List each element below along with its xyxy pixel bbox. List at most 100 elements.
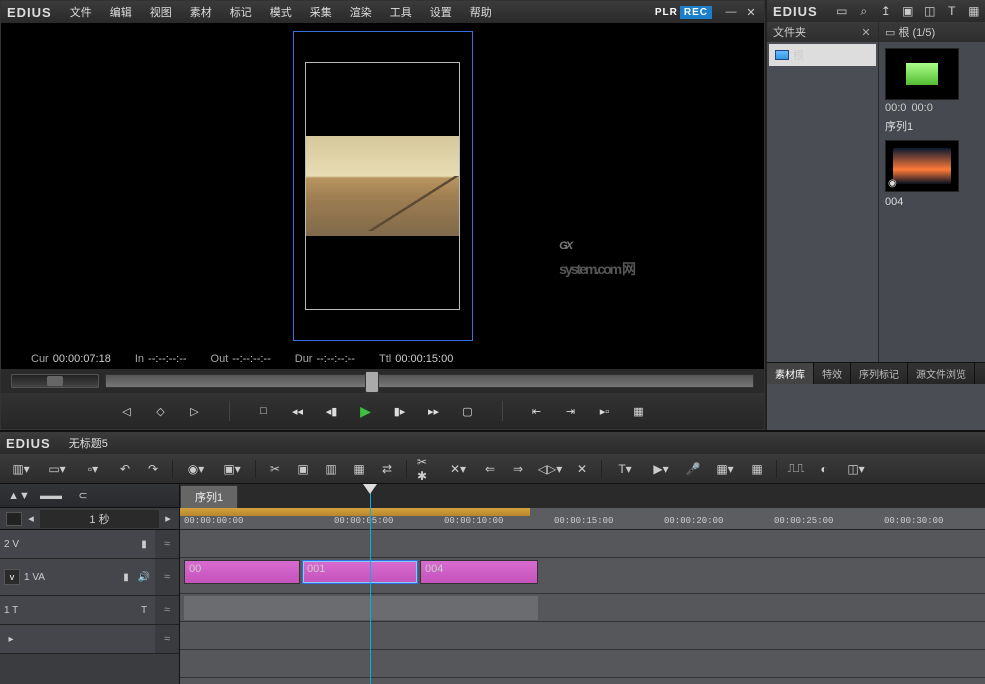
search-icon[interactable]: ⌕	[856, 3, 872, 19]
magnet-icon[interactable]: ⊂	[72, 488, 94, 504]
menu-clip[interactable]: 素材	[182, 2, 220, 22]
clip-card-004[interactable]: ◉ 004	[885, 140, 959, 208]
expand-icon[interactable]: ▸	[4, 632, 18, 646]
set-in-icon[interactable]: ◁	[117, 401, 137, 421]
playhead[interactable]	[370, 484, 371, 684]
menu-file[interactable]: 文件	[62, 2, 100, 22]
insert-mode-icon[interactable]: ▲▼	[8, 488, 30, 504]
fast-forward-icon[interactable]: ▸▸	[424, 401, 444, 421]
ripple-toggle-audio[interactable]: ≈	[155, 625, 179, 653]
multicam-icon[interactable]: ▦	[748, 460, 766, 478]
minimize-button[interactable]: —	[724, 5, 738, 19]
track-header-1t[interactable]: 1 T T	[0, 596, 155, 624]
preview-viewport[interactable]: GX system.com 网	[1, 23, 764, 349]
menu-capture[interactable]: 采集	[302, 2, 340, 22]
new-sequence-icon[interactable]: ▥▾	[8, 460, 34, 478]
track-lane-1va-audio[interactable]	[180, 594, 985, 622]
goto-in-icon[interactable]: ⇤	[527, 401, 547, 421]
menu-marker[interactable]: 标记	[222, 2, 260, 22]
record-icon[interactable]: ◉▾	[183, 460, 209, 478]
close-button[interactable]: ✕	[744, 5, 758, 19]
prev-frame-icon[interactable]: ◂▮	[322, 401, 342, 421]
track-lane-1t[interactable]	[180, 622, 985, 650]
rewind-icon[interactable]: ◂◂	[288, 401, 308, 421]
menu-view[interactable]: 视图	[142, 2, 180, 22]
ripple-delete-icon[interactable]: ⇐	[481, 460, 499, 478]
menu-mode[interactable]: 模式	[262, 2, 300, 22]
razor-icon[interactable]: ✂✱	[417, 460, 435, 478]
export-icon[interactable]: ▣▾	[219, 460, 245, 478]
save-icon[interactable]: ▫▾	[80, 460, 106, 478]
paste-overwrite-icon[interactable]: ▦	[350, 460, 368, 478]
replace-icon[interactable]: ⇄	[378, 460, 396, 478]
time-ruler[interactable]: 00:00:00:00 00:00:05:00 00:00:10:00 00:0…	[180, 508, 985, 530]
ripple-toggle-1va[interactable]: ≈	[155, 559, 179, 595]
video-icon[interactable]: ▮	[137, 537, 151, 551]
track-lane-1va[interactable]: 00 001 004	[180, 558, 985, 594]
layout-icon[interactable]: ◫▾	[843, 460, 869, 478]
title-icon[interactable]: T▾	[612, 460, 638, 478]
ripple-toggle-1t[interactable]: ≈	[155, 596, 179, 624]
overlay-icon[interactable]: ▦	[629, 401, 649, 421]
text-icon[interactable]: T	[944, 3, 960, 19]
tracks-area[interactable]: 序列1 00:00:00:00 00:00:05:00 00:00:10:00 …	[180, 484, 985, 684]
open-icon[interactable]: ▭▾	[44, 460, 70, 478]
props-icon[interactable]: ▦	[966, 3, 982, 19]
position-thumb[interactable]	[365, 371, 379, 393]
undo-icon[interactable]: ↶	[116, 460, 134, 478]
timeline-clip-001[interactable]: 001	[302, 560, 418, 584]
track-header-audio[interactable]: ▸	[0, 625, 155, 653]
track-header-2v[interactable]: 2 V ▮	[0, 530, 155, 558]
voiceover-icon[interactable]: 🎤	[684, 460, 702, 478]
scale-left-icon[interactable]: ◂	[26, 512, 36, 525]
next-frame-icon[interactable]: ▮▸	[390, 401, 410, 421]
delete-icon[interactable]: ✕▾	[445, 460, 471, 478]
timeline-clip-00[interactable]: 00	[184, 560, 300, 584]
work-area-bar[interactable]	[180, 508, 530, 516]
crossfade-icon[interactable]: ✕	[573, 460, 591, 478]
timeline-clip-004[interactable]: 004	[420, 560, 538, 584]
up-icon[interactable]: ↥	[878, 3, 894, 19]
menu-settings[interactable]: 设置	[422, 2, 460, 22]
render-icon[interactable]: ▶▾	[648, 460, 674, 478]
track-lane-2v[interactable]	[180, 530, 985, 558]
set-clip-icon[interactable]: ◇	[151, 401, 171, 421]
stop-icon[interactable]: □	[254, 401, 274, 421]
video-icon[interactable]: ▮	[119, 570, 133, 584]
menu-render[interactable]: 渲染	[342, 2, 380, 22]
tc-out-value[interactable]: --:--:--:--	[232, 353, 270, 365]
tab-effects[interactable]: 特效	[814, 363, 851, 384]
play-inout-icon[interactable]: ▸▫	[595, 401, 615, 421]
loop-icon[interactable]: ▢	[458, 401, 478, 421]
folder-pane-close-icon[interactable]: ✕	[860, 26, 872, 38]
menu-edit[interactable]: 编辑	[102, 2, 140, 22]
ripple-toggle-2v[interactable]: ≈	[155, 530, 179, 558]
paste-insert-icon[interactable]: ▥	[322, 460, 340, 478]
scale-right-icon[interactable]: ▸	[163, 512, 173, 525]
folder-icon[interactable]: ▭	[834, 3, 850, 19]
tab-source-browser[interactable]: 源文件浏览	[908, 363, 975, 384]
transition-icon[interactable]: ◁▷▾	[537, 460, 563, 478]
tc-in-value[interactable]: --:--:--:--	[148, 353, 186, 365]
audio-clip-region[interactable]	[184, 596, 538, 620]
menu-help[interactable]: 帮助	[462, 2, 500, 22]
copy-icon[interactable]: ▣	[294, 460, 312, 478]
set-out-icon[interactable]: ▷	[185, 401, 205, 421]
track-lane-extra[interactable]	[180, 650, 985, 678]
tc-dur-value[interactable]: --:--:--:--	[316, 353, 354, 365]
scale-label[interactable]: 1 秒	[40, 510, 159, 528]
player-recorder-toggle[interactable]: PLR REC	[655, 6, 712, 19]
clip-card-sequence1[interactable]: 00:0 00:0 序列1	[885, 48, 959, 134]
cut-icon[interactable]: ✂	[266, 460, 284, 478]
scale-selector[interactable]	[6, 512, 22, 526]
sequence-tab[interactable]: 序列1	[180, 485, 238, 508]
tc-cur-value[interactable]: 00:00:07:18	[53, 353, 111, 365]
position-slider[interactable]	[105, 374, 754, 388]
tc-ttl-value[interactable]: 00:00:15:00	[395, 353, 453, 365]
menu-tools[interactable]: 工具	[382, 2, 420, 22]
new-bin-icon[interactable]: ▣	[900, 3, 916, 19]
title-track-icon[interactable]: T	[137, 603, 151, 617]
overwrite-mode-icon[interactable]: ▬▬	[40, 488, 62, 504]
track-select-1va[interactable]: v	[4, 569, 20, 585]
tab-library[interactable]: 素材库	[767, 363, 814, 384]
